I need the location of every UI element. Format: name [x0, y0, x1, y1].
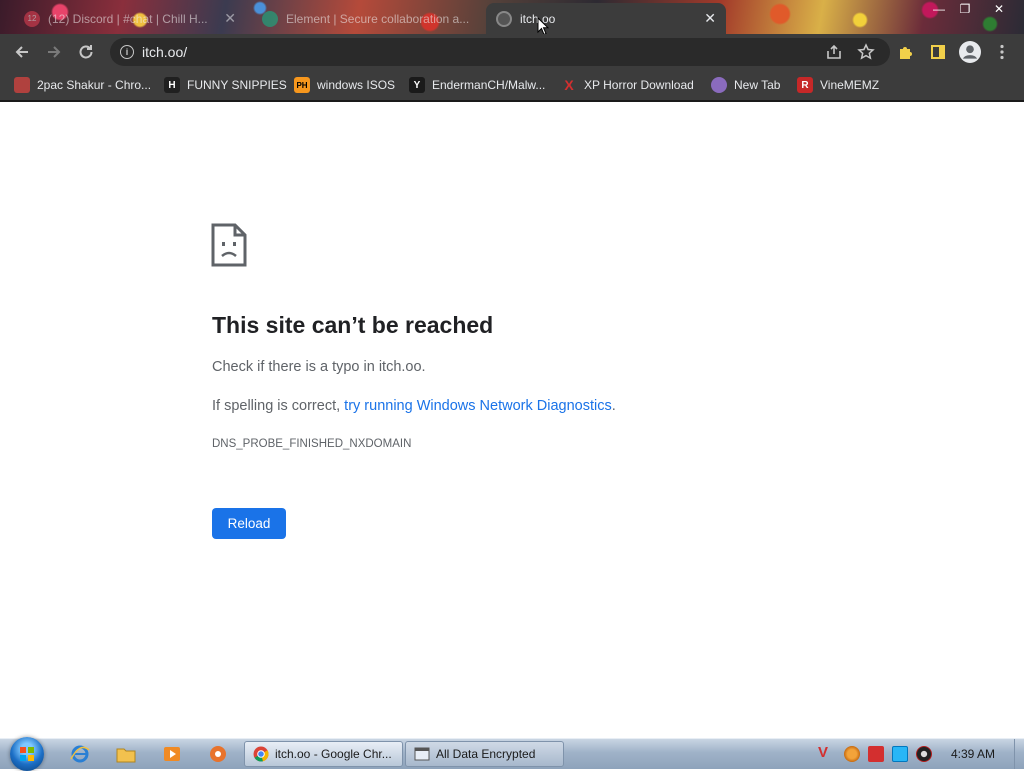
window-icon: [414, 747, 430, 761]
bookmark-star-button[interactable]: [854, 40, 878, 64]
puzzle-icon: [900, 47, 912, 59]
bookmark-label: EndermanCH/Malw...: [432, 78, 546, 92]
bookmark-xp-horror[interactable]: X XP Horror Download: [561, 76, 694, 94]
taskbar-pin-explorer[interactable]: [114, 743, 138, 765]
start-button[interactable]: [10, 737, 44, 771]
maximize-icon[interactable]: ❐: [952, 0, 978, 18]
bookmark-label: 2pac Shakur - Chro...: [37, 78, 152, 92]
forward-arrow-icon: [48, 46, 61, 58]
star-icon: [857, 43, 875, 60]
url-text[interactable]: itch.oo/: [142, 44, 187, 60]
volume-tray-icon[interactable]: [916, 746, 932, 762]
diagnostics-link[interactable]: try running Windows Network Diagnostics: [344, 398, 612, 414]
bookmark-endermanch[interactable]: Y EndermanCH/Malw...: [409, 76, 545, 94]
taskbar-chrome[interactable]: itch.oo - Google Chr...: [244, 741, 403, 767]
extensions-button[interactable]: [894, 40, 918, 64]
avatar-icon: [959, 41, 981, 63]
browser-toolbar: i itch.oo/: [0, 34, 1024, 70]
taskbar: itch.oo - Google Chr... All Data Encrypt…: [0, 737, 1024, 771]
media-player-icon: [164, 747, 180, 761]
bookmark-label: New Tab: [734, 78, 781, 92]
internet-explorer-icon: [70, 745, 90, 763]
share-icon: [827, 44, 841, 59]
error-code: DNS_PROBE_FINISHED_NXDOMAIN: [212, 438, 412, 450]
forward-button[interactable]: [42, 40, 66, 64]
bookmark-vinememz[interactable]: R VineMEMZ: [797, 76, 879, 94]
sad-document-icon: [211, 223, 247, 267]
tab-discord[interactable]: 12 (12) Discord | #chat | Chill H... ✕: [14, 3, 246, 34]
windows-logo-icon: [20, 747, 34, 761]
taskbar-pin-media[interactable]: [160, 743, 184, 765]
close-window-icon[interactable]: ✕: [986, 0, 1012, 18]
task-label: All Data Encrypted: [436, 747, 536, 761]
share-button[interactable]: [822, 40, 846, 64]
reload-toolbar-button[interactable]: [74, 40, 98, 64]
bookmark-label: windows ISOS: [317, 78, 396, 92]
bookmark-label: FUNNY SNIPPIES: [187, 78, 287, 92]
v-tray-icon[interactable]: V: [818, 744, 834, 761]
bookmark-label: XP Horror Download: [584, 78, 694, 92]
bookmark-new-tab[interactable]: New Tab: [711, 76, 780, 94]
close-icon[interactable]: ✕: [224, 10, 236, 27]
profile-button[interactable]: [958, 40, 982, 64]
error-title: This site can’t be reached: [212, 312, 494, 338]
side-panel-button[interactable]: [926, 40, 950, 64]
loading-favicon-icon: [496, 10, 512, 27]
show-desktop-button[interactable]: [1014, 739, 1024, 769]
bookmark-label: VineMEMZ: [820, 78, 880, 92]
tab-element[interactable]: Element | Secure collaboration a...: [252, 3, 482, 34]
bookmarks-bar: 2pac Shakur - Chro... H FUNNY SNIPPIES P…: [0, 70, 1024, 102]
close-icon[interactable]: ✕: [704, 10, 716, 27]
tab-title: (12) Discord | #chat | Chill H...: [48, 11, 208, 26]
minimize-icon[interactable]: —: [926, 0, 952, 18]
h-icon: H: [164, 77, 180, 93]
newtab-icon: [711, 77, 727, 93]
chrome-icon: [253, 746, 269, 762]
tab-title: Element | Secure collaboration a...: [286, 11, 470, 26]
bookmark-windows-isos[interactable]: PH windows ISOS: [294, 76, 395, 94]
taskbar-pin-ie[interactable]: [68, 743, 92, 765]
2pac-icon: [14, 77, 30, 93]
bookmark-2pac[interactable]: 2pac Shakur - Chro...: [14, 76, 151, 94]
kebab-menu-icon: [1000, 44, 1004, 60]
app-icon: [210, 746, 226, 762]
flag-tray-icon[interactable]: [868, 746, 884, 762]
diagnostics-suffix: .: [611, 398, 616, 414]
diagnostics-prefix: If spelling is correct,: [212, 398, 345, 414]
address-bar[interactable]: i itch.oo/: [110, 38, 890, 66]
folder-icon: [116, 748, 136, 763]
clock[interactable]: 4:39 AM: [951, 747, 995, 761]
back-button[interactable]: [10, 40, 34, 64]
typo-hint: Check if there is a typo in itch.oo.: [212, 359, 426, 375]
bookmark-funny-snippies[interactable]: H FUNNY SNIPPIES: [164, 76, 287, 94]
side-panel-icon: [931, 45, 945, 59]
ph-icon: PH: [294, 77, 310, 93]
taskbar-pin-app[interactable]: [206, 743, 230, 765]
task-label: itch.oo - Google Chr...: [275, 747, 392, 761]
r-icon: R: [797, 77, 813, 93]
error-page: This site can’t be reached Check if ther…: [0, 102, 1024, 738]
search-tray-icon[interactable]: [844, 746, 860, 762]
network-tray-icon[interactable]: [892, 746, 908, 762]
info-icon[interactable]: i: [120, 45, 134, 59]
refresh-icon: [79, 45, 93, 59]
mouse-cursor-icon: [537, 17, 549, 34]
reload-button[interactable]: Reload: [212, 508, 286, 539]
taskbar-all-data-encrypted[interactable]: All Data Encrypted: [405, 741, 564, 767]
element-favicon-icon: [262, 10, 278, 27]
tab-itch[interactable]: itch.oo ✕: [486, 3, 726, 34]
title-bar: 12 (12) Discord | #chat | Chill H... ✕ E…: [0, 0, 1024, 34]
yp-icon: Y: [409, 77, 425, 93]
back-arrow-icon: [15, 46, 28, 58]
x-icon: X: [564, 77, 574, 93]
menu-button[interactable]: [990, 40, 1014, 64]
diagnostics-hint: If spelling is correct, try running Wind…: [212, 398, 616, 414]
discord-favicon-icon: 12: [24, 10, 40, 27]
